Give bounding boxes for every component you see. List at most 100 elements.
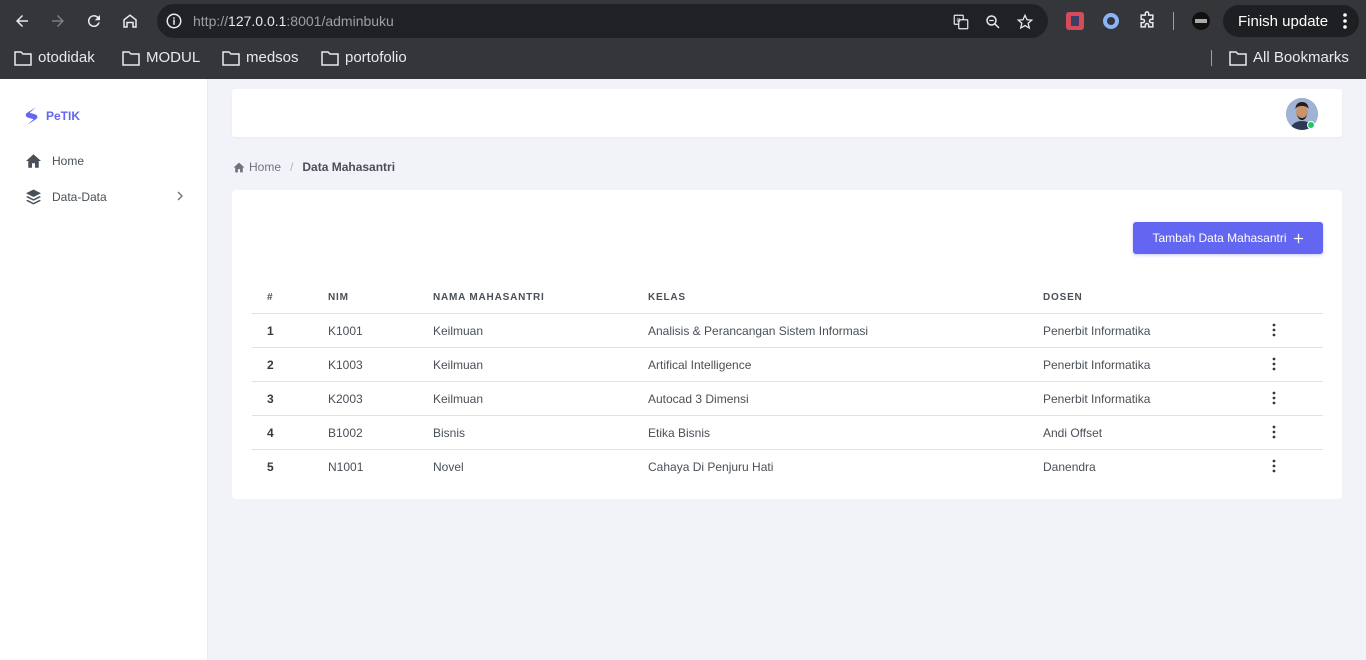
arrow-left-icon <box>16 15 28 27</box>
home-outline-icon <box>123 14 137 28</box>
add-mahasantri-button[interactable]: Tambah Data Mahasantri <box>1133 222 1323 254</box>
cell-nim: N1001 <box>328 460 364 474</box>
cell-dosen: Penerbit Informatika <box>1043 358 1151 372</box>
sidebar-item-label: Home <box>52 154 85 168</box>
star-icon[interactable] <box>1016 13 1034 31</box>
folder-icon <box>321 50 339 66</box>
home-icon <box>233 162 245 172</box>
home-button[interactable] <box>118 9 142 33</box>
brand-name: PeTIK <box>46 109 81 123</box>
bookmark-folder-modul[interactable]: MODUL <box>122 49 200 66</box>
url-text: http://127.0.0.1:8001/adminbuku <box>193 13 394 29</box>
address-bar[interactable]: http://127.0.0.1:8001/adminbuku G <box>157 4 1048 38</box>
cell-kelas: Autocad 3 Dimensi <box>648 392 749 406</box>
extension-red-icon[interactable] <box>1065 11 1085 31</box>
brand-logo[interactable]: PeTIK <box>24 104 80 128</box>
folder-icon <box>222 50 240 66</box>
folder-icon <box>14 50 32 66</box>
cell-nama: Bisnis <box>433 426 466 440</box>
col-header-kelas: KELAS <box>648 292 686 303</box>
mahasantri-table: # NIM NAMA MAHASANTRI KELAS DOSEN 1 K100… <box>252 286 1323 484</box>
cell-kelas: Etika Bisnis <box>648 426 711 440</box>
folder-icon <box>1229 50 1247 66</box>
browser-toolbar: http://127.0.0.1:8001/adminbuku G Finish… <box>0 0 1366 42</box>
plus-icon <box>1293 233 1303 243</box>
col-header-nama: NAMA MAHASANTRI <box>433 292 545 303</box>
reload-button[interactable] <box>82 9 106 33</box>
bookmark-folder-portofolio[interactable]: portofolio <box>321 49 407 66</box>
zoom-icon[interactable] <box>984 13 1002 31</box>
breadcrumb-separator: / <box>290 160 294 174</box>
col-header-dosen: DOSEN <box>1043 292 1083 303</box>
finish-update-label: Finish update <box>1238 12 1329 30</box>
sidebar-item-home[interactable]: Home <box>24 152 84 170</box>
bookmark-folder-otodidak[interactable]: otodidak <box>14 49 95 66</box>
extensions-puzzle-icon[interactable] <box>1137 11 1157 31</box>
cell-kelas: Analisis & Perancangan Sistem Informasi <box>648 324 869 338</box>
chevron-right-icon[interactable] <box>175 190 185 202</box>
sidebar: PeTIK Home Data-Data <box>0 79 208 660</box>
cell-no: 3 <box>267 392 274 406</box>
back-button[interactable] <box>10 9 34 33</box>
cell-no: 1 <box>267 324 274 338</box>
bookmarks-divider <box>1211 50 1212 66</box>
cell-dosen: Penerbit Informatika <box>1043 392 1151 406</box>
breadcrumb: Home / Data Mahasantri <box>232 160 395 174</box>
extension-circle-icon[interactable] <box>1101 11 1121 31</box>
cell-kelas: Cahaya Di Penjuru Hati <box>648 460 774 474</box>
top-navbar <box>232 89 1342 137</box>
row-actions-icon[interactable] <box>1270 425 1278 439</box>
table-row: 5 N1001 Novel Cahaya Di Penjuru Hati Dan… <box>252 450 1323 484</box>
row-actions-icon[interactable] <box>1270 459 1278 473</box>
layers-icon <box>26 189 41 205</box>
cell-kelas: Artifical Intelligence <box>648 358 752 372</box>
data-card: Tambah Data Mahasantri # NIM NAMA MAHASA… <box>232 190 1342 499</box>
cell-nama: Keilmuan <box>433 392 484 406</box>
cell-no: 5 <box>267 460 274 474</box>
folder-icon <box>122 50 140 66</box>
cell-nim: K1001 <box>328 324 363 338</box>
info-icon[interactable] <box>165 12 183 30</box>
forward-button[interactable] <box>46 9 70 33</box>
cell-dosen: Andi Offset <box>1043 426 1103 440</box>
cell-nim: K1003 <box>328 358 363 372</box>
breadcrumb-home-link[interactable]: Home <box>249 160 281 174</box>
translate-icon[interactable]: G <box>952 13 970 31</box>
cell-dosen: Penerbit Informatika <box>1043 324 1151 338</box>
all-bookmarks-button[interactable]: All Bookmarks <box>1229 49 1349 66</box>
cell-nama: Keilmuan <box>433 324 484 338</box>
row-actions-icon[interactable] <box>1270 323 1278 337</box>
cell-nim: B1002 <box>328 426 363 440</box>
reload-icon <box>87 15 100 28</box>
home-icon <box>26 154 41 168</box>
cell-no: 2 <box>267 358 274 372</box>
col-header-no: # <box>267 292 274 303</box>
browser-chrome: http://127.0.0.1:8001/adminbuku G Finish… <box>0 0 1366 79</box>
logo-s-icon <box>25 107 38 125</box>
breadcrumb-current: Data Mahasantri <box>302 160 396 174</box>
svg-text:G: G <box>957 18 961 24</box>
finish-update-button[interactable]: Finish update <box>1223 5 1359 37</box>
cell-nama: Keilmuan <box>433 358 484 372</box>
cell-no: 4 <box>267 426 274 440</box>
table-row: 1 K1001 Keilmuan Analisis & Perancangan … <box>252 314 1323 348</box>
table-row: 4 B1002 Bisnis Etika Bisnis Andi Offset <box>252 416 1323 450</box>
bookmark-folder-medsos[interactable]: medsos <box>222 49 299 66</box>
add-button-label: Tambah Data Mahasantri <box>1152 231 1287 245</box>
table-row: 3 K2003 Keilmuan Autocad 3 Dimensi Pener… <box>252 382 1323 416</box>
sidebar-item-label: Data-Data <box>52 190 107 204</box>
row-actions-icon[interactable] <box>1270 391 1278 405</box>
bookmarks-bar: otodidak MODUL medsos portofolio All Boo… <box>0 42 1366 74</box>
table-row: 2 K1003 Keilmuan Artifical Intelligence … <box>252 348 1323 382</box>
more-vertical-icon <box>1343 13 1347 29</box>
cell-nama: Novel <box>433 460 464 474</box>
col-header-nim: NIM <box>328 292 349 303</box>
table-header: # NIM NAMA MAHASANTRI KELAS DOSEN <box>252 286 1323 314</box>
cell-dosen: Danendra <box>1043 460 1096 474</box>
row-actions-icon[interactable] <box>1270 357 1278 371</box>
arrow-right-icon <box>52 15 64 27</box>
cell-nim: K2003 <box>328 392 363 406</box>
sidebar-item-data-data[interactable]: Data-Data <box>24 188 107 206</box>
profile-avatar-icon[interactable] <box>1191 11 1211 31</box>
online-status-dot <box>1307 121 1315 129</box>
